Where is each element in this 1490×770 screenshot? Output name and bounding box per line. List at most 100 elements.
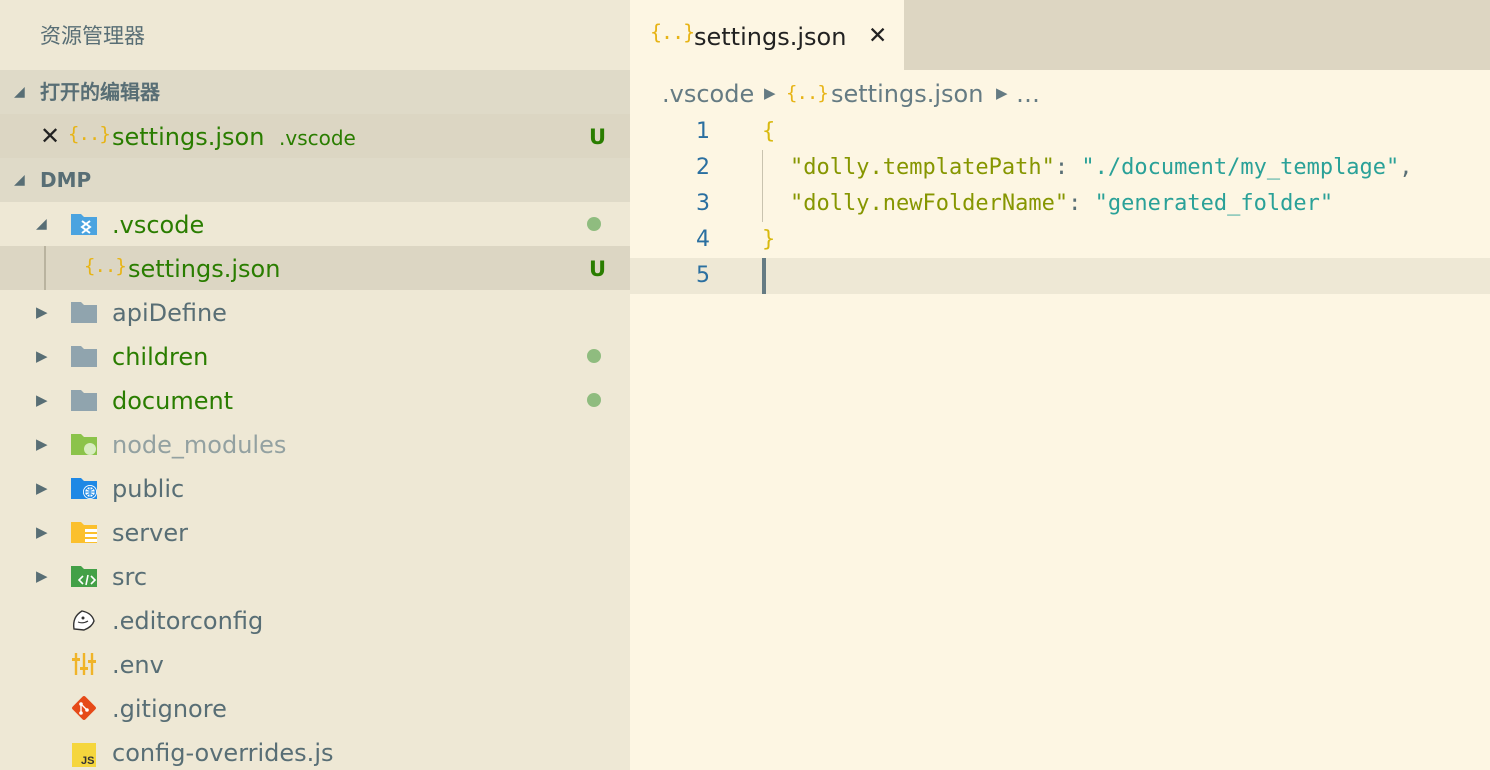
javascript-file-icon: JS: [72, 743, 96, 767]
collapsed-caret-icon[interactable]: ▶: [36, 554, 48, 598]
breadcrumb-file[interactable]: settings.json: [831, 70, 983, 118]
tree-item-src[interactable]: ▶ src: [0, 554, 630, 598]
env-settings-icon: [72, 653, 96, 675]
json-key: "dolly.newFolderName": [790, 191, 1069, 216]
json-file-icon: {..}: [68, 123, 111, 145]
tree-item-label: .gitignore: [112, 695, 227, 723]
code-line[interactable]: 3 "dolly.newFolderName": "generated_fold…: [630, 186, 1490, 222]
line-number: 2: [696, 155, 710, 180]
close-tab-icon[interactable]: ✕: [868, 0, 887, 72]
modified-dot-icon: [587, 349, 601, 363]
open-editors-header[interactable]: ◢ 打开的编辑器: [0, 70, 630, 114]
editor-tab-bar: {..} settings.json ✕: [630, 0, 1490, 70]
server-folder-icon: [71, 522, 97, 543]
folder-icon: [71, 390, 97, 411]
tree-item-vscode-folder[interactable]: ◢ .vscode: [0, 202, 630, 246]
json-colon: :: [1068, 191, 1095, 216]
tree-item-editorconfig[interactable]: .editorconfig: [0, 598, 630, 642]
tree-item-children[interactable]: ▶ children: [0, 334, 630, 378]
git-untracked-badge: U: [588, 125, 606, 149]
json-value: "generated_folder": [1094, 191, 1334, 216]
close-editor-icon[interactable]: ✕: [40, 114, 60, 158]
tree-item-label: apiDefine: [112, 299, 227, 327]
tab-settings-json[interactable]: {..} settings.json ✕: [630, 0, 904, 70]
tree-item-label: config-overrides.js: [112, 739, 334, 767]
open-editor-item[interactable]: ✕ {..} settings.json .vscode U: [0, 114, 630, 158]
chevron-right-icon: ▶: [996, 84, 1008, 102]
modified-dot-icon: [587, 217, 601, 231]
json-colon: :: [1054, 155, 1082, 180]
code-editor[interactable]: 1 { 2 "dolly.templatePath": "./document/…: [630, 114, 1490, 294]
code-text: "dolly.templatePath": "./document/my_tem…: [790, 150, 1413, 186]
tree-item-settings-json[interactable]: {..} settings.json U: [0, 246, 630, 290]
folder-icon: [71, 346, 97, 367]
code-line[interactable]: 1 {: [630, 114, 1490, 150]
code-line[interactable]: 4 }: [630, 222, 1490, 258]
tree-item-gitignore[interactable]: .gitignore: [0, 686, 630, 730]
collapse-caret-icon[interactable]: ◢: [14, 158, 25, 202]
tree-item-label: src: [112, 563, 148, 591]
node-folder-icon: [71, 434, 97, 455]
collapsed-caret-icon[interactable]: ▶: [36, 378, 48, 422]
collapsed-caret-icon[interactable]: ▶: [36, 510, 48, 554]
json-file-icon: {..}: [650, 20, 695, 44]
json-file-icon: {..}: [84, 255, 127, 277]
collapsed-caret-icon[interactable]: ▶: [36, 422, 48, 466]
editor-area: {..} settings.json ✕ .vscode ▶ {..} sett…: [630, 0, 1490, 770]
collapsed-caret-icon[interactable]: ▶: [36, 334, 48, 378]
modified-dot-icon: [587, 393, 601, 407]
explorer-sidebar: 资源管理器 ◢ 打开的编辑器 ✕ {..} settings.json .vsc…: [0, 0, 630, 770]
line-number: 1: [696, 119, 710, 144]
open-editor-label: settings.json: [112, 123, 265, 151]
code-text: }: [762, 227, 776, 252]
workspace-header[interactable]: ◢ DMP: [0, 158, 630, 202]
folder-icon: [71, 302, 97, 323]
git-untracked-badge: U: [588, 257, 606, 281]
json-value: "./document/my_templage": [1081, 155, 1400, 180]
tree-item-env[interactable]: .env: [0, 642, 630, 686]
breadcrumb-more[interactable]: …: [1016, 70, 1040, 118]
tab-label: settings.json: [694, 23, 847, 51]
tree-item-label: document: [112, 387, 234, 415]
workspace-title: DMP: [40, 168, 92, 192]
line-number: 5: [696, 263, 710, 288]
json-comma: ,: [1399, 155, 1413, 180]
code-text: {: [762, 119, 776, 144]
tree-item-document[interactable]: ▶ document: [0, 378, 630, 422]
open-editor-folder: .vscode: [279, 126, 356, 150]
tree-item-label: children: [112, 343, 209, 371]
open-editors-title: 打开的编辑器: [40, 80, 160, 104]
breadcrumb-folder[interactable]: .vscode: [662, 70, 754, 118]
indent-guide: [762, 186, 763, 222]
code-text: "dolly.newFolderName": "generated_folder…: [790, 186, 1333, 222]
indent-guide: [762, 150, 763, 186]
line-number: 3: [696, 191, 710, 216]
tree-item-node-modules[interactable]: ▶ node_modules: [0, 422, 630, 466]
tree-item-apidefine[interactable]: ▶ apiDefine: [0, 290, 630, 334]
tree-item-label: .editorconfig: [112, 607, 264, 635]
explorer-title: 资源管理器: [40, 24, 145, 48]
expanded-caret-icon[interactable]: ◢: [36, 202, 47, 246]
tree-item-public[interactable]: ▶ public: [0, 466, 630, 510]
tree-item-server[interactable]: ▶ server: [0, 510, 630, 554]
line-number: 4: [696, 227, 710, 252]
tree-item-label: .vscode: [112, 211, 205, 239]
code-line[interactable]: 2 "dolly.templatePath": "./document/my_t…: [630, 150, 1490, 186]
code-line-current[interactable]: 5: [630, 258, 1490, 294]
tree-item-label: .env: [112, 651, 164, 679]
collapsed-caret-icon[interactable]: ▶: [36, 290, 48, 334]
git-icon: [72, 696, 96, 720]
breadcrumb: .vscode ▶ {..} settings.json ▶ …: [630, 70, 1490, 114]
indent-guide: [44, 246, 46, 290]
tree-item-label: public: [112, 475, 185, 503]
src-folder-icon: [71, 566, 97, 587]
collapse-caret-icon[interactable]: ◢: [14, 70, 25, 114]
chevron-right-icon: ▶: [764, 84, 776, 102]
svg-text:JS: JS: [81, 755, 94, 767]
tree-item-config-overrides[interactable]: JS config-overrides.js: [0, 730, 630, 770]
vscode-folder-icon: [71, 214, 97, 235]
text-cursor: [762, 258, 766, 294]
tree-item-label: node_modules: [112, 431, 287, 459]
collapsed-caret-icon[interactable]: ▶: [36, 466, 48, 510]
public-folder-icon: [71, 478, 97, 499]
